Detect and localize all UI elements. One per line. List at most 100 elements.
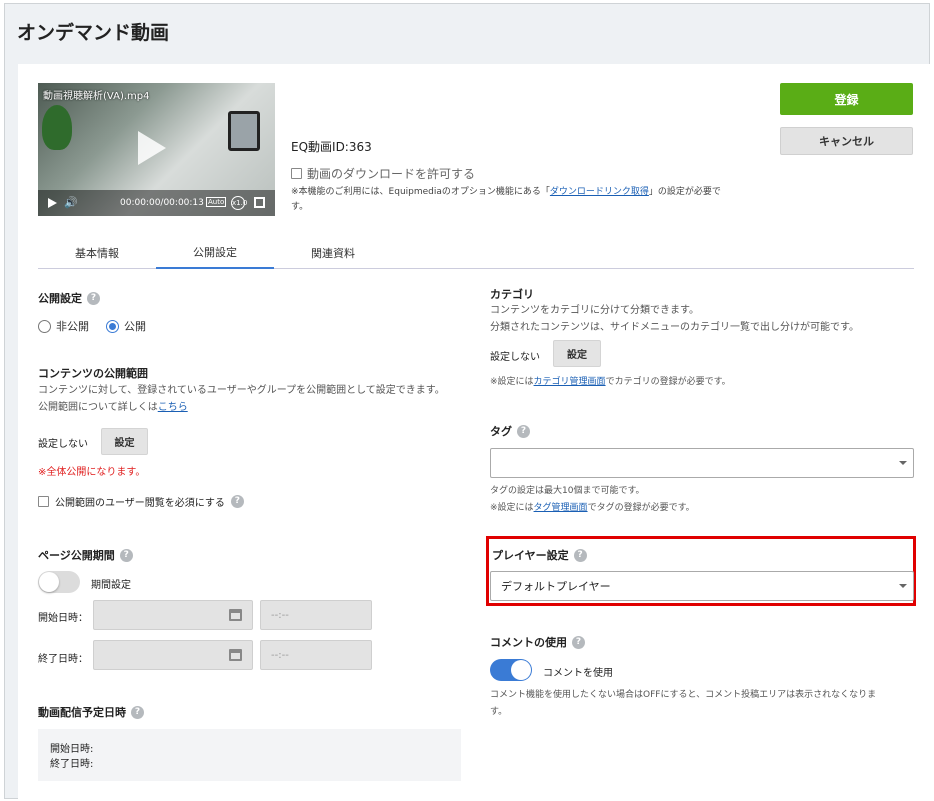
start-time-field[interactable]: --:-- bbox=[260, 600, 372, 630]
end-date-field[interactable] bbox=[93, 640, 253, 670]
tab-bar: 基本情報 公開設定 関連資料 bbox=[38, 236, 914, 269]
player-select-value: デフォルトプレイヤー bbox=[501, 580, 611, 593]
help-icon[interactable]: ? bbox=[87, 291, 100, 305]
comment-note-line1: コメント機能を使用したくない場合はOFFにすると、コメント投稿エリアは表示されな… bbox=[490, 690, 877, 700]
publish-setting-title: 公開設定 bbox=[38, 292, 82, 305]
app-frame: オンデマンド動画 動画視聴解析(VA).mp4 🔊 00:00:00/00:00… bbox=[4, 3, 931, 801]
player-select[interactable]: デフォルトプレイヤー bbox=[490, 571, 914, 601]
speed-icon[interactable]: x1.0 bbox=[231, 196, 247, 210]
comment-toggle[interactable] bbox=[490, 659, 532, 681]
category-value: 設定しない bbox=[490, 352, 540, 363]
play-icon[interactable] bbox=[48, 198, 57, 208]
download-permission-checkbox[interactable]: 動画のダウンロードを許可する bbox=[291, 165, 475, 182]
schedule-title: 動画配信予定日時 bbox=[38, 706, 126, 719]
scope-description: コンテンツに対して、登録されているユーザーやグループを公開範囲として設定できます… bbox=[38, 382, 468, 416]
scope-required-label: 公開範囲のユーザー閲覧を必須にする bbox=[55, 498, 225, 509]
end-datetime-label: 終了日時： bbox=[38, 654, 88, 665]
category-note-prefix: ※設定には bbox=[490, 377, 534, 387]
tag-note-suffix: でタグの登録が必要です。 bbox=[587, 503, 695, 513]
quality-auto-icon[interactable]: Auto bbox=[206, 197, 227, 207]
category-desc-line1: コンテンツをカテゴリに分けて分類できます。 bbox=[490, 305, 699, 316]
help-icon[interactable]: ? bbox=[230, 495, 244, 508]
eq-video-id: EQ動画ID:363 bbox=[291, 140, 372, 154]
help-icon[interactable]: ? bbox=[517, 424, 530, 438]
register-button[interactable]: 登録 bbox=[780, 83, 913, 115]
end-time-field[interactable]: --:-- bbox=[260, 640, 372, 670]
tablet-image bbox=[228, 111, 260, 151]
checkbox-icon[interactable] bbox=[38, 496, 49, 507]
player-heading: プレイヤー設定 ? bbox=[492, 547, 587, 563]
tag-notes: タグの設定は最大10個まで可能です。 ※設定にはタグ管理画面でタグの登録が必要で… bbox=[490, 483, 914, 517]
tab-publish-settings[interactable]: 公開設定 bbox=[156, 236, 274, 269]
scope-heading: コンテンツの公開範囲 bbox=[38, 367, 148, 380]
scope-warning: ※全体公開になります。 bbox=[38, 467, 146, 478]
category-heading: カテゴリ bbox=[490, 288, 534, 301]
video-player[interactable]: 動画視聴解析(VA).mp4 🔊 00:00:00/00:00:13 Auto … bbox=[38, 83, 275, 216]
tag-note-prefix: ※設定には bbox=[490, 503, 534, 513]
period-title: ページ公開期間 bbox=[38, 549, 115, 562]
download-note: ※本機能のご利用には、Equipmediaのオプション機能にある「ダウンロードリ… bbox=[291, 185, 761, 215]
page-title: オンデマンド動画 bbox=[17, 22, 170, 44]
scope-value: 設定しない bbox=[38, 439, 88, 450]
radio-public[interactable] bbox=[106, 319, 119, 333]
video-time: 00:00:00/00:00:13 bbox=[120, 198, 204, 208]
tab-basic-info[interactable]: 基本情報 bbox=[38, 236, 156, 269]
volume-icon[interactable]: 🔊 bbox=[64, 196, 78, 209]
comment-toggle-label: コメントを使用 bbox=[543, 668, 613, 679]
checkbox-icon[interactable] bbox=[291, 168, 302, 179]
publish-setting-heading: 公開設定 ? bbox=[38, 290, 100, 306]
schedule-start: 開始日時: bbox=[50, 744, 94, 755]
scope-required-checkbox[interactable]: 公開範囲のユーザー閲覧を必須にする ? bbox=[38, 494, 244, 509]
period-toggle[interactable] bbox=[38, 571, 80, 593]
help-icon[interactable]: ? bbox=[572, 635, 585, 649]
comment-note-line2: す。 bbox=[490, 707, 508, 717]
help-icon[interactable]: ? bbox=[119, 548, 133, 562]
fullscreen-icon[interactable] bbox=[254, 197, 265, 208]
note-prefix: ※本機能のご利用には、Equipmediaのオプション機能にある「 bbox=[291, 187, 550, 197]
category-note: ※設定にはカテゴリ管理画面でカテゴリの登録が必要です。 bbox=[490, 374, 910, 391]
note-line2: す。 bbox=[291, 202, 309, 212]
help-icon[interactable]: ? bbox=[131, 705, 144, 719]
player-title: プレイヤー設定 bbox=[492, 549, 569, 562]
tag-heading: タグ ? bbox=[490, 423, 530, 439]
chevron-down-icon bbox=[899, 461, 907, 465]
period-toggle-label: 期間設定 bbox=[91, 580, 131, 591]
radio-private[interactable] bbox=[38, 319, 51, 333]
scope-desc-line2: 公開範囲について詳しくはこちら bbox=[38, 399, 468, 416]
start-date-field[interactable] bbox=[93, 600, 253, 630]
radio-private-label: 非公開 bbox=[56, 320, 89, 333]
video-controls: 🔊 00:00:00/00:00:13 Auto x1.0 bbox=[38, 190, 275, 216]
chevron-down-icon bbox=[899, 584, 907, 588]
download-link-option-link[interactable]: ダウンロードリンク取得 bbox=[550, 187, 649, 197]
note-suffix: 」の設定が必要で bbox=[648, 187, 721, 197]
publish-radio-group: 非公開 公開 bbox=[38, 318, 146, 334]
tag-select[interactable] bbox=[490, 448, 914, 478]
content-card: 動画視聴解析(VA).mp4 🔊 00:00:00/00:00:13 Auto … bbox=[18, 64, 931, 801]
cancel-button[interactable]: キャンセル bbox=[780, 127, 913, 155]
video-filename: 動画視聴解析(VA).mp4 bbox=[43, 91, 150, 102]
calendar-icon[interactable] bbox=[229, 649, 242, 661]
comment-note: コメント機能を使用したくない場合はOFFにすると、コメント投稿エリアは表示されな… bbox=[490, 687, 920, 721]
calendar-icon[interactable] bbox=[229, 609, 242, 621]
schedule-heading: 動画配信予定日時 ? bbox=[38, 704, 144, 720]
comment-title: コメントの使用 bbox=[490, 636, 567, 649]
category-admin-link[interactable]: カテゴリ管理画面 bbox=[534, 377, 606, 387]
tab-related-materials[interactable]: 関連資料 bbox=[274, 236, 392, 269]
radio-public-label: 公開 bbox=[124, 320, 146, 333]
help-icon[interactable]: ? bbox=[573, 548, 587, 562]
tag-note-line2: ※設定にはタグ管理画面でタグの登録が必要です。 bbox=[490, 500, 914, 517]
category-note-suffix: でカテゴリの登録が必要です。 bbox=[605, 377, 731, 387]
schedule-box: 開始日時: 終了日時: bbox=[38, 729, 461, 781]
download-permission-label: 動画のダウンロードを許可する bbox=[307, 167, 476, 181]
tag-note-line1: タグの設定は最大10個まで可能です。 bbox=[490, 486, 645, 496]
scope-desc-line1: コンテンツに対して、登録されているユーザーやグループを公開範囲として設定できます… bbox=[38, 385, 445, 396]
plant-image bbox=[42, 105, 72, 150]
tag-admin-link[interactable]: タグ管理画面 bbox=[534, 503, 588, 513]
category-setting-button[interactable]: 設定 bbox=[553, 340, 601, 367]
scope-details-link[interactable]: こちら bbox=[158, 402, 188, 413]
start-datetime-label: 開始日時： bbox=[38, 613, 88, 624]
comment-heading: コメントの使用 ? bbox=[490, 634, 585, 650]
scope-setting-button[interactable]: 設定 bbox=[101, 428, 148, 455]
schedule-end: 終了日時: bbox=[50, 759, 94, 770]
play-overlay-icon[interactable] bbox=[138, 131, 166, 165]
